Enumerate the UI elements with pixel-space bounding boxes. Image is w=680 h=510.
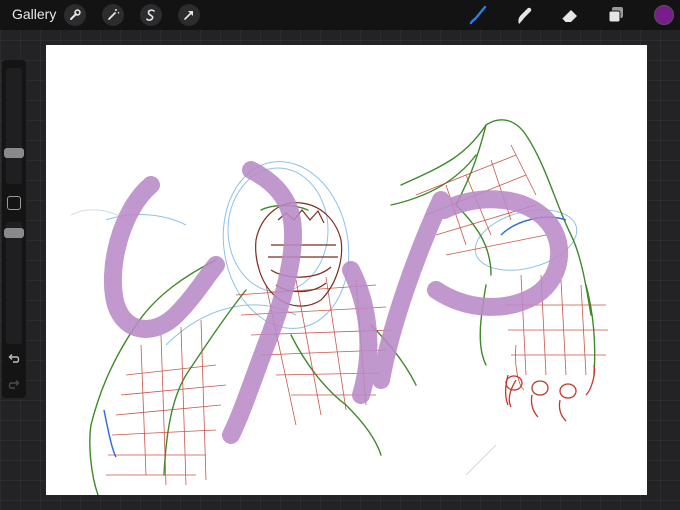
opacity-thumb[interactable] xyxy=(4,228,24,238)
eraser-icon xyxy=(561,10,577,23)
brush-size-slider[interactable] xyxy=(4,68,24,184)
adjustments-button[interactable] xyxy=(102,4,124,26)
undo-button[interactable] xyxy=(5,350,23,368)
transform-arrow-icon xyxy=(184,11,193,20)
left-sidebar xyxy=(2,60,26,398)
redo-button[interactable] xyxy=(5,376,23,394)
magic-wand-icon xyxy=(108,9,120,20)
actions-button[interactable] xyxy=(64,4,86,26)
top-toolbar: Gallery xyxy=(0,0,680,30)
eraser-tool-button[interactable] xyxy=(558,3,582,27)
brush-tool-button[interactable] xyxy=(466,3,490,27)
brush-size-thumb[interactable] xyxy=(4,148,24,158)
brush-icon xyxy=(469,5,487,25)
layers-icon xyxy=(608,7,623,23)
undo-icon xyxy=(8,354,20,363)
selection-button[interactable] xyxy=(140,4,162,26)
smudge-tool-button[interactable] xyxy=(512,3,536,27)
wrench-icon xyxy=(70,9,81,20)
modify-button[interactable] xyxy=(7,196,21,210)
transform-button[interactable] xyxy=(178,4,200,26)
gallery-button[interactable]: Gallery xyxy=(12,6,56,22)
selection-icon xyxy=(146,9,155,21)
color-swatch-button[interactable] xyxy=(654,5,674,25)
redo-icon xyxy=(8,380,20,389)
layers-button[interactable] xyxy=(604,3,628,27)
opacity-slider[interactable] xyxy=(4,222,24,344)
smudge-icon xyxy=(518,7,532,25)
drawing-canvas[interactable] xyxy=(46,45,647,495)
canvas-artwork xyxy=(70,119,608,495)
